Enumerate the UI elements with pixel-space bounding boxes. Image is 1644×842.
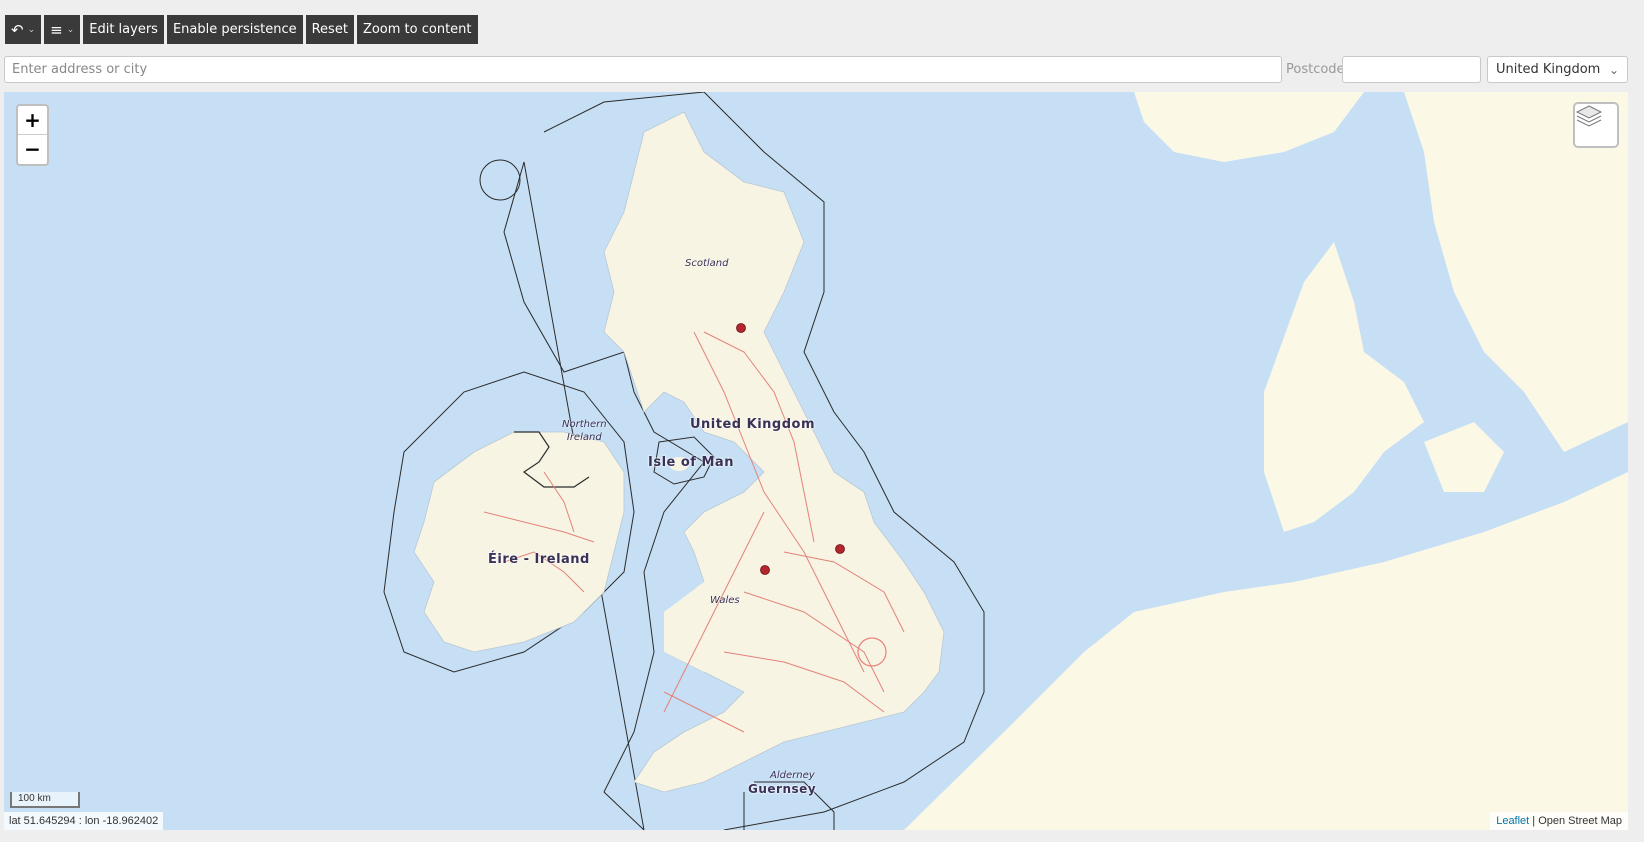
edit-layers-button[interactable]: Edit layers: [83, 15, 164, 44]
zoom-to-content-button[interactable]: Zoom to content: [356, 15, 478, 44]
map-marker: [760, 565, 770, 575]
great-britain-land: [603, 111, 945, 793]
zoom-out-button[interactable]: −: [18, 135, 47, 164]
map-tiles: [383, 92, 1628, 830]
leaflet-link[interactable]: Leaflet: [1496, 815, 1529, 827]
zoom-in-button[interactable]: +: [18, 106, 47, 135]
chevron-down-icon: ⌄: [27, 24, 36, 35]
map-marker: [736, 323, 746, 333]
label-scotland: Scotland: [685, 258, 729, 269]
denmark-islands: [1424, 422, 1504, 492]
enable-persistence-button[interactable]: Enable persistence: [166, 15, 303, 44]
map-marker: [835, 544, 845, 554]
label-guernsey: Guernsey: [748, 782, 817, 796]
layers-control-button[interactable]: [1573, 102, 1619, 148]
map-attribution: Leaflet | Open Street Map: [1490, 812, 1628, 830]
map-view[interactable]: Scotland Northern Ireland United Kingdom…: [4, 92, 1628, 830]
layers-icon: [1575, 105, 1603, 127]
label-isle-of-man: Isle of Man: [648, 455, 734, 470]
label-eire-ireland: Éire - Ireland: [488, 552, 590, 567]
norway-land: [1134, 92, 1364, 162]
chevron-down-icon: ⌄: [66, 24, 75, 35]
hamburger-menu-icon: ≡: [50, 20, 63, 39]
postcode-label: Postcode: [1286, 62, 1345, 77]
coordinates-readout: lat 51.645294 : lon -18.962402: [4, 812, 164, 830]
scale-bar: 100 km: [10, 792, 80, 808]
undo-button[interactable]: ↶ ⌄: [5, 15, 42, 44]
country-select-value: United Kingdom: [1496, 62, 1601, 77]
menu-button[interactable]: ≡ ⌄: [44, 15, 81, 44]
search-row: Postcode United Kingdom ⌄: [4, 56, 1640, 83]
denmark-land: [1264, 242, 1424, 532]
postcode-input[interactable]: [1342, 56, 1481, 83]
label-northern-ireland: Northern Ireland: [562, 418, 607, 444]
continent-land: [904, 472, 1628, 830]
label-northern-ireland-line1: Northern: [562, 419, 607, 430]
label-wales: Wales: [710, 595, 740, 606]
label-alderney: Alderney: [770, 770, 815, 781]
address-search-input[interactable]: [4, 56, 1282, 83]
zoom-control: + −: [16, 104, 49, 166]
undo-icon: ↶: [11, 20, 24, 39]
osm-attribution: Open Street Map: [1538, 815, 1622, 827]
attribution-separator: |: [1529, 815, 1539, 827]
label-northern-ireland-line2: Ireland: [566, 432, 602, 443]
reset-button[interactable]: Reset: [305, 15, 354, 44]
country-select[interactable]: United Kingdom ⌄: [1487, 56, 1628, 83]
label-united-kingdom: United Kingdom: [690, 417, 816, 432]
rockall-boundary: [479, 159, 521, 201]
chevron-down-icon: ⌄: [1608, 62, 1619, 77]
toolbar: ↶ ⌄ ≡ ⌄ Edit layers Enable persistence R…: [5, 15, 478, 44]
